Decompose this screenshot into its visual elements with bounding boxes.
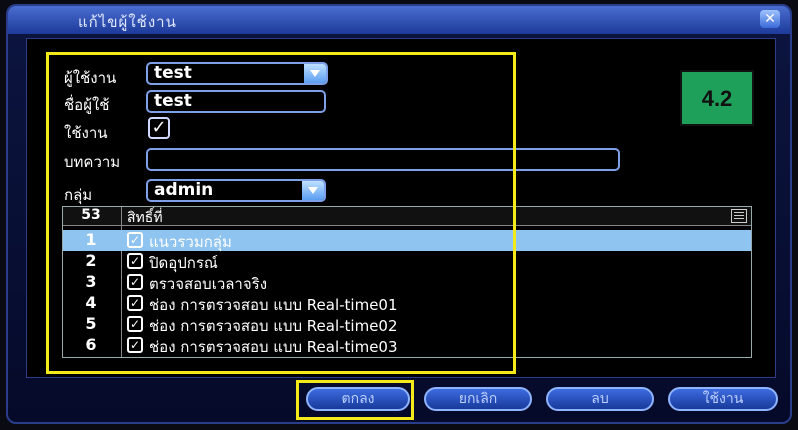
checkbox[interactable]: ✓ <box>127 295 143 311</box>
menu-icon[interactable] <box>731 209 747 223</box>
group-label: กลุ่ม <box>64 186 93 204</box>
list-header: 53 สิทธิ์ที่ <box>63 207 751 226</box>
group-select[interactable]: admin <box>146 179 326 202</box>
title-bar: แก้ไขผู้ใช้งาน ✕ <box>8 6 790 34</box>
name-field[interactable]: test <box>146 90 326 113</box>
note-label: บทความ <box>64 153 121 171</box>
cancel-button[interactable]: ยกเลิก <box>424 387 532 411</box>
checkbox[interactable]: ✓ <box>127 253 143 269</box>
user-select[interactable]: test <box>146 62 328 85</box>
name-label: ชื่อผู้ใช้ <box>64 96 110 114</box>
list-item[interactable]: 1 ✓ แนวรวมกลุ่ม <box>63 230 751 251</box>
ok-button[interactable]: ตกลง <box>306 387 410 411</box>
checkbox[interactable]: ✓ <box>127 232 143 248</box>
checkbox[interactable]: ✓ <box>127 274 143 290</box>
apply-button[interactable]: ใช้งาน <box>668 387 778 411</box>
delete-button[interactable]: ลบ <box>546 387 654 411</box>
enable-checkbox[interactable]: ✓ <box>148 117 170 139</box>
list-item[interactable]: 2 ✓ ปิดอุปกรณ์ <box>63 251 751 272</box>
dialog-title: แก้ไขผู้ใช้งาน <box>78 13 177 31</box>
checkbox[interactable]: ✓ <box>127 316 143 332</box>
note-field[interactable] <box>146 148 620 171</box>
list-item[interactable]: 4 ✓ ช่อง การตรวจสอบ แบบ Real-time01 <box>63 293 751 314</box>
list-item[interactable]: 6 ✓ ช่อง การตรวจสอบ แบบ Real-time03 <box>63 335 751 356</box>
permission-header: สิทธิ์ที่ <box>127 210 163 226</box>
list-item[interactable]: 3 ✓ ตรวจสอบเวลาจริง <box>63 272 751 293</box>
checkbox[interactable]: ✓ <box>127 337 143 353</box>
list-item[interactable]: 5 ✓ ช่อง การตรวจสอบ แบบ Real-time02 <box>63 314 751 335</box>
close-icon[interactable]: ✕ <box>760 10 780 28</box>
enable-label: ใช้งาน <box>64 124 108 142</box>
permission-count: 53 <box>81 207 101 223</box>
chevron-down-icon[interactable] <box>304 64 326 83</box>
step-badge: 4.2 <box>680 70 754 126</box>
user-label: ผู้ใช้งาน <box>64 69 117 87</box>
permission-list[interactable]: 53 สิทธิ์ที่ 1 ✓ แนวรวมกลุ่ม 2 ✓ ปิดอุปก… <box>62 206 752 358</box>
chevron-down-icon[interactable] <box>302 181 324 200</box>
